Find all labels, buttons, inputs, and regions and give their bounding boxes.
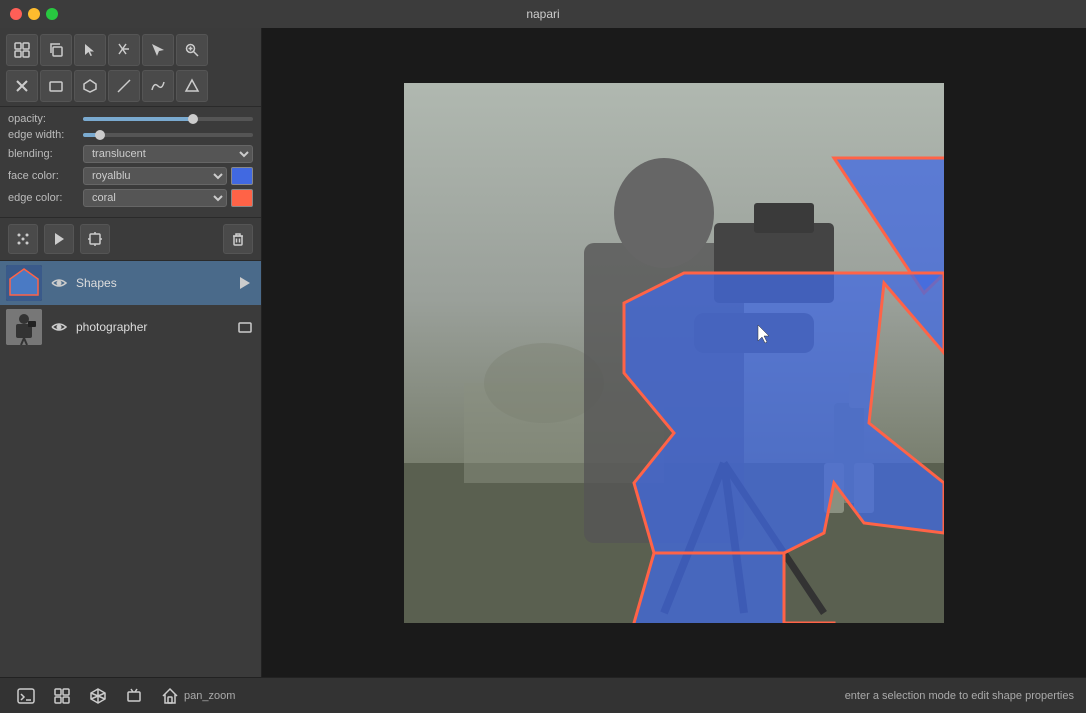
photographer-visibility-toggle[interactable] (48, 316, 70, 338)
close-tool-button[interactable] (6, 70, 38, 102)
face-color-swatch[interactable] (231, 167, 253, 185)
photographer-thumbnail (6, 309, 42, 345)
zoom-tool-button[interactable] (176, 34, 208, 66)
path-tool-button[interactable] (142, 70, 174, 102)
layer-item-shapes[interactable]: Shapes (0, 261, 261, 305)
photographer-mode-icon (235, 317, 255, 337)
home-button[interactable] (156, 682, 184, 710)
line-tool-button[interactable] (108, 70, 140, 102)
image-canvas (404, 83, 944, 623)
layer-list: Shapes (0, 260, 261, 677)
points-tool-button[interactable] (8, 224, 38, 254)
rect-tool-button[interactable] (40, 70, 72, 102)
plugin-button[interactable] (48, 682, 76, 710)
edge-color-row: edge color: coral red white black (8, 189, 253, 207)
arrow-tool-button[interactable] (142, 34, 174, 66)
shapes-layer-name: Shapes (76, 276, 229, 290)
edge-color-label: edge color: (8, 192, 83, 204)
3d-button[interactable] (84, 682, 112, 710)
bottom-tools (12, 682, 184, 710)
face-color-row: face color: royalblu red green blue (8, 167, 253, 185)
copy-tool-button[interactable] (40, 34, 72, 66)
opacity-row: opacity: (8, 113, 253, 125)
opacity-slider[interactable] (83, 117, 253, 121)
title-bar: napari (0, 0, 1086, 28)
edge-width-label: edge width: (8, 129, 83, 141)
maximize-button[interactable] (46, 8, 58, 20)
grid-tool-button[interactable] (6, 34, 38, 66)
window-controls (10, 8, 58, 20)
minimize-button[interactable] (28, 8, 40, 20)
app-title: napari (526, 7, 559, 21)
shapes-mode-icon (235, 273, 255, 293)
main-layout: opacity: edge width: (0, 28, 1086, 677)
edge-color-swatch[interactable] (231, 189, 253, 207)
photographer-layer-name: photographer (76, 320, 229, 334)
shapes-visibility-toggle[interactable] (48, 272, 70, 294)
blending-row: blending: translucent opaque additive (8, 145, 253, 163)
canvas-area[interactable] (262, 28, 1086, 677)
close-button[interactable] (10, 8, 22, 20)
properties-section: opacity: edge width: (0, 106, 261, 217)
face-color-label: face color: (8, 170, 83, 182)
layer-item-photographer[interactable]: photographer (0, 305, 261, 349)
edge-width-slider[interactable] (83, 133, 253, 137)
square-button[interactable] (120, 682, 148, 710)
opacity-label: opacity: (8, 113, 83, 125)
play-tool-button[interactable] (44, 224, 74, 254)
face-color-select[interactable]: royalblu red green blue (83, 167, 227, 185)
edge-color-select[interactable]: coral red white black (83, 189, 227, 207)
edge-width-row: edge width: (8, 129, 253, 141)
toolbar-row-2 (0, 68, 261, 106)
terminal-button[interactable] (12, 682, 40, 710)
shapes-thumbnail (6, 265, 42, 301)
triangle-tool-button[interactable] (176, 70, 208, 102)
select-tool-button[interactable] (74, 34, 106, 66)
status-right: enter a selection mode to edit shape pro… (845, 690, 1074, 702)
toolbar-row-1 (0, 28, 261, 68)
polygon-tool-button[interactable] (74, 70, 106, 102)
delete-layer-button[interactable] (223, 224, 253, 254)
left-panel: opacity: edge width: (0, 28, 262, 677)
cut-tool-button[interactable] (108, 34, 140, 66)
blending-label: blending: (8, 148, 83, 160)
bottom-bar: pan_zoom enter a selection mode to edit … (0, 677, 1086, 713)
select-mode-button[interactable] (80, 224, 110, 254)
status-left: pan_zoom (184, 690, 235, 702)
layer-tools (0, 217, 261, 260)
blending-select[interactable]: translucent opaque additive (83, 145, 253, 163)
